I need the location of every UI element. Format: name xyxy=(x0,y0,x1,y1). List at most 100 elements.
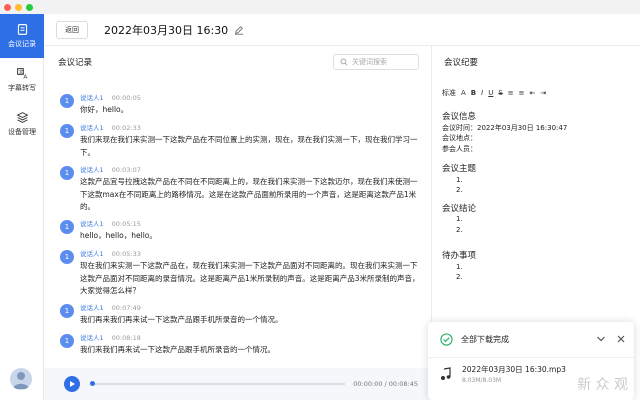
slider-handle[interactable] xyxy=(90,381,95,386)
transcript-message[interactable]: 1 说话人1 00:07:49 我们再来我们再来试一下这款产品跟手机所录音的一个情… xyxy=(60,302,420,327)
sidebar-item-device-management[interactable]: 设备管理 xyxy=(0,102,44,146)
indent-button[interactable]: ⇥ xyxy=(540,89,546,97)
message-text: hello，hello，hello。 xyxy=(80,231,157,240)
toast-title: 全部下载完成 xyxy=(461,335,509,344)
font-color-button[interactable]: A xyxy=(461,89,466,97)
format-toolbar: 标准 A B I U S ≡ ≡ ⇤ ⇥ xyxy=(442,88,546,98)
search-placeholder: 关键词搜索 xyxy=(352,58,387,66)
list-item: 2. xyxy=(456,186,463,194)
minimize-window-button[interactable] xyxy=(15,3,22,11)
speaker-avatar: 1 xyxy=(60,250,74,264)
speaker-name: 说话人1 xyxy=(80,304,104,312)
timestamp: 00:02:33 xyxy=(111,124,141,132)
edit-icon[interactable] xyxy=(234,25,244,35)
numbered-list-button[interactable]: ≡ xyxy=(519,89,525,97)
layers-icon xyxy=(16,112,28,123)
page-title: 2022年03月30日 16:30 xyxy=(104,23,229,37)
back-button[interactable]: 返回 xyxy=(56,20,88,39)
search-icon xyxy=(340,58,348,66)
meeting-place: 会议地点： xyxy=(442,134,477,142)
sidebar-item-label: 会议记录 xyxy=(8,40,36,48)
maximize-window-button[interactable] xyxy=(26,3,33,11)
speaker-avatar: 1 xyxy=(60,304,74,318)
list-item: 2. xyxy=(456,273,463,281)
section-meeting-conclusion: 会议结论 xyxy=(442,203,477,214)
sidebar: 会议记录 文A 字幕转写 设备管理 xyxy=(0,14,44,400)
transcript-message[interactable]: 1 说话人1 00:08:18 我们来我们再来试一下这款产品跟手机所录音的一个情况… xyxy=(60,332,420,357)
message-text: 现在我们来实测一下这款产品在，现在我们来实测一下这款产品面对不同距离的。现在我们… xyxy=(80,261,420,295)
transcript-message[interactable]: 1 说话人1 00:05:33 现在我们来实测一下这款产品在，现在我们来实测一下这… xyxy=(60,248,420,298)
timestamp: 00:03:07 xyxy=(111,166,141,174)
timestamp: 00:07:49 xyxy=(111,304,141,312)
section-meeting-topic: 会议主题 xyxy=(442,164,477,174)
message-text: 我们来我们再来试一下这款产品跟手机所录音的一个情况。 xyxy=(80,345,275,354)
sidebar-item-label: 字幕转写 xyxy=(8,84,36,92)
sidebar-item-label: 设备管理 xyxy=(8,128,36,136)
header: 返回 2022年03月30日 16:30 xyxy=(44,14,640,46)
style-select[interactable]: 标准 xyxy=(442,88,456,98)
transcript-message[interactable]: 1 说话人1 00:05:15 hello，hello，hello。 xyxy=(60,218,420,243)
sidebar-item-meeting-records[interactable]: 会议记录 xyxy=(0,14,44,58)
window-titlebar xyxy=(0,0,640,14)
speaker-avatar: 1 xyxy=(60,166,74,180)
close-window-button[interactable] xyxy=(4,3,11,11)
transcript-message[interactable]: 1 说话人1 00:03:07 这款产品宜号拉拽这款产品在不同在不同距离上的，现在… xyxy=(60,164,420,214)
user-avatar[interactable] xyxy=(10,368,32,390)
transcript-message[interactable]: 1 说话人1 00:02:33 我们来现在我们来实测一下这款产品在不同位置上的实测… xyxy=(60,122,420,159)
speaker-avatar: 1 xyxy=(60,124,74,138)
playback-slider[interactable] xyxy=(90,381,346,386)
summary-editor[interactable]: 会议信息 会议时间：2022年03月30日 16:30:47 会议地点： 参会人… xyxy=(442,108,632,283)
meeting-time: 会议时间：2022年03月30日 16:30:47 xyxy=(442,123,568,132)
list-item: 2. xyxy=(456,225,463,234)
message-text: 我们再来我们再来试一下这款产品跟手机所录音的一个情况。 xyxy=(80,315,283,324)
file-name: 2022年03月30日 16:30.mp3 xyxy=(462,365,566,374)
user-icon xyxy=(13,372,29,389)
bullet-list-button[interactable]: ≡ xyxy=(508,89,514,97)
speaker-name: 说话人1 xyxy=(80,250,104,258)
document-icon xyxy=(17,24,27,35)
sidebar-item-subtitle-transcription[interactable]: 文A 字幕转写 xyxy=(0,58,44,102)
speaker-name: 说话人1 xyxy=(80,94,104,102)
speaker-avatar: 1 xyxy=(60,220,74,234)
close-icon[interactable] xyxy=(616,334,626,344)
transcript-panel: 会议记录 关键词搜索 1 说话人1 00:00:05 你好，hello。 1 说话… xyxy=(44,46,432,400)
section-todo: 待办事项 xyxy=(442,251,477,261)
play-icon xyxy=(70,381,75,387)
translate-icon: 文A xyxy=(16,68,27,80)
timestamp: 00:00:05 xyxy=(111,94,141,102)
speaker-avatar: 1 xyxy=(60,334,74,348)
message-text: 这款产品宜号拉拽这款产品在不同在不同距离上的，现在我们来实测一下这款迈尔，现在我… xyxy=(80,177,418,211)
transcript-message[interactable]: 1 说话人1 00:00:05 你好，hello。 xyxy=(60,92,420,117)
speaker-name: 说话人1 xyxy=(80,220,104,228)
timestamp: 00:05:15 xyxy=(111,220,141,228)
summary-heading: 会议纪要 xyxy=(444,58,479,68)
play-button[interactable] xyxy=(64,376,80,392)
italic-button[interactable]: I xyxy=(481,89,483,97)
list-item: 1. xyxy=(456,262,463,271)
timestamp: 00:05:33 xyxy=(111,250,141,258)
watermark: 新 众 观 xyxy=(577,377,628,393)
playback-time: 00:00:00 / 00:08:45 xyxy=(353,380,418,388)
music-file-icon xyxy=(441,367,451,380)
section-meeting-info: 会议信息 xyxy=(442,112,477,122)
underline-button[interactable]: U xyxy=(488,89,493,97)
list-item: 1. xyxy=(456,215,463,223)
bold-button[interactable]: B xyxy=(471,89,476,97)
outdent-button[interactable]: ⇤ xyxy=(530,89,536,97)
audio-player: 00:00:00 / 00:08:45 xyxy=(44,368,432,400)
search-input[interactable]: 关键词搜索 xyxy=(333,54,419,70)
strikethrough-button[interactable]: S xyxy=(498,89,502,97)
speaker-name: 说话人1 xyxy=(80,334,104,342)
timestamp: 00:08:18 xyxy=(111,334,141,342)
speaker-name: 说话人1 xyxy=(80,166,104,174)
message-text: 我们来现在我们来实测一下这款产品在不同位置上的实测，现在，现在我们实测一下，现在… xyxy=(80,135,418,157)
speaker-avatar: 1 xyxy=(60,94,74,108)
meeting-attendees: 参会人员： xyxy=(442,144,477,153)
message-text: 你好，hello。 xyxy=(80,105,129,114)
file-size: 8.03M/8.03M xyxy=(462,377,502,384)
list-item: 1. xyxy=(456,175,463,184)
speaker-name: 说话人1 xyxy=(80,124,104,132)
download-toast: 全部下载完成 2022年03月30日 16:30.mp3 8.03M/8.03M… xyxy=(428,322,634,400)
check-circle-icon xyxy=(440,333,453,346)
chevron-down-icon[interactable] xyxy=(596,334,606,344)
